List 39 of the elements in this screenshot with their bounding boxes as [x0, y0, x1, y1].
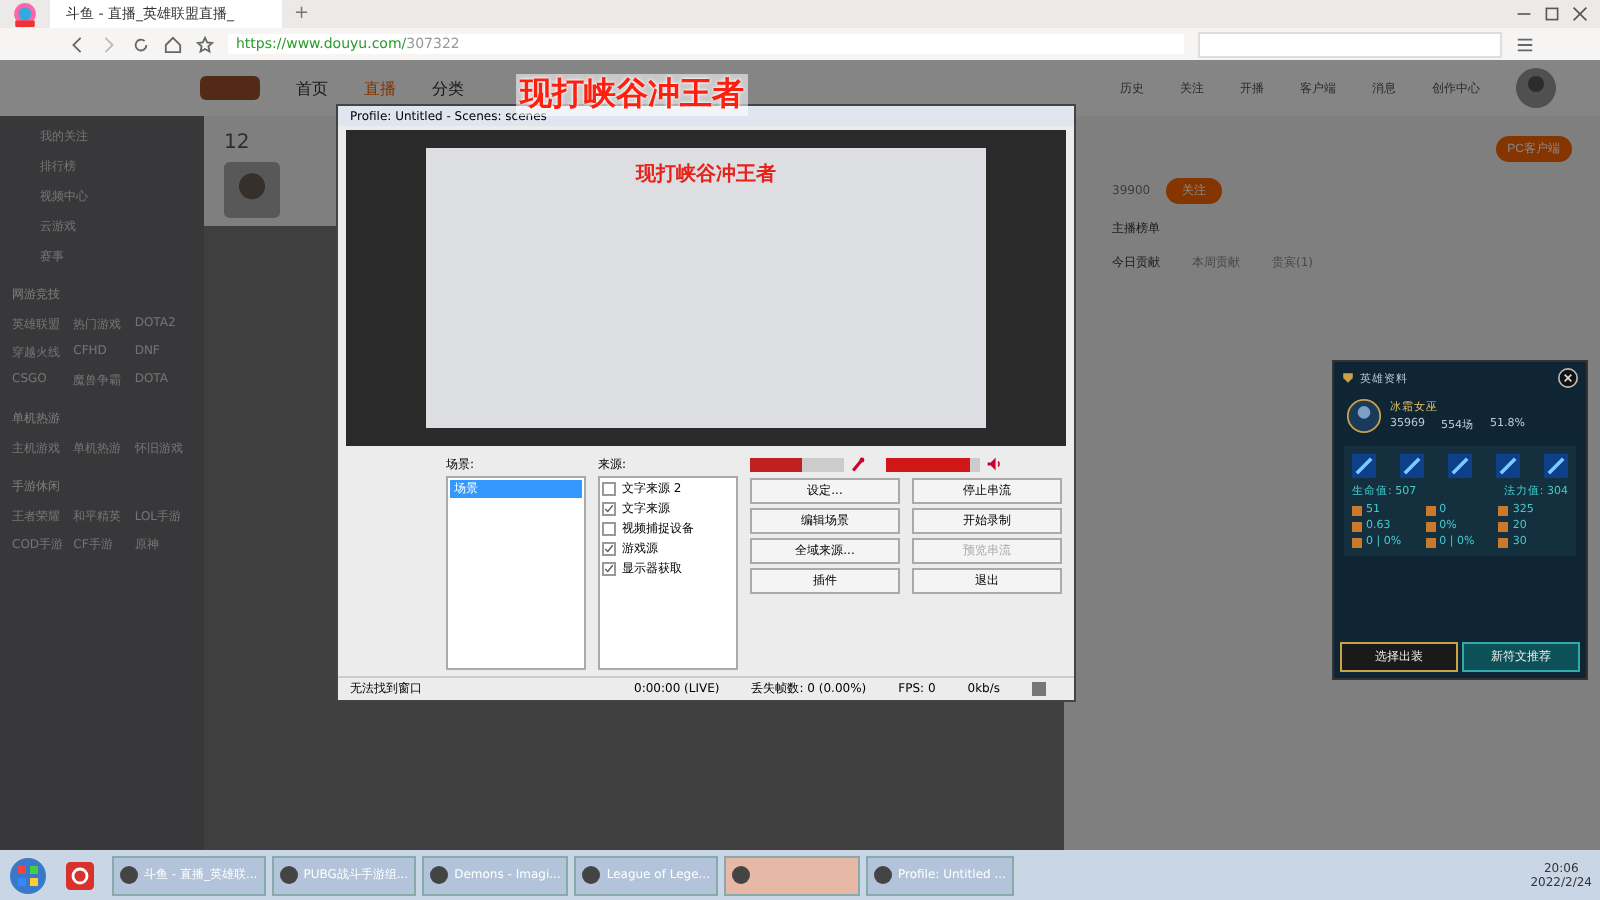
checkbox[interactable]: [602, 502, 616, 516]
start-button-icon[interactable]: [8, 855, 48, 895]
maximize-icon[interactable]: [1544, 6, 1560, 22]
site-nav-link[interactable]: 分类: [432, 77, 464, 99]
skill-icon[interactable]: [1352, 454, 1376, 478]
speaker-icon[interactable]: [986, 456, 1002, 472]
checkbox[interactable]: [602, 562, 616, 576]
new-tab-button[interactable]: +: [294, 4, 310, 24]
volume-meter[interactable]: [750, 457, 844, 471]
streamer-avatar-icon: [224, 162, 280, 218]
close-icon[interactable]: [1558, 368, 1578, 388]
checkbox[interactable]: [602, 482, 616, 496]
checkbox[interactable]: [602, 542, 616, 556]
preview-title: 现打峡谷冲王者: [636, 161, 776, 188]
skill-icon[interactable]: [1400, 454, 1424, 478]
skill-icon[interactable]: [1544, 454, 1568, 478]
status-square-icon: [1032, 682, 1047, 696]
shield-icon: [1342, 372, 1354, 384]
volume-meter[interactable]: [886, 457, 980, 471]
browser-logo-icon[interactable]: [12, 1, 38, 27]
taskbar-item[interactable]: [724, 855, 860, 895]
avatar-icon[interactable]: [1516, 68, 1556, 108]
site-nav-link[interactable]: 首页: [296, 77, 328, 99]
microphone-icon[interactable]: [850, 456, 866, 472]
music-app-icon[interactable]: [66, 861, 94, 889]
star-icon[interactable]: [196, 35, 214, 53]
banner-title: 现打峡谷冲王者: [516, 74, 748, 116]
hero-portrait-icon: [1346, 398, 1382, 434]
home-icon[interactable]: [164, 35, 182, 53]
browser-search-field[interactable]: [1198, 31, 1502, 57]
close-icon[interactable]: [1572, 6, 1588, 22]
back-icon[interactable]: [68, 35, 86, 53]
reload-icon[interactable]: [132, 35, 150, 53]
checkbox[interactable]: [602, 522, 616, 536]
menu-icon[interactable]: [1516, 35, 1534, 53]
score-count: 12: [224, 132, 252, 154]
skill-icon[interactable]: [1496, 454, 1520, 478]
skill-icon[interactable]: [1448, 454, 1472, 478]
site-nav-link[interactable]: 直播: [364, 77, 396, 99]
